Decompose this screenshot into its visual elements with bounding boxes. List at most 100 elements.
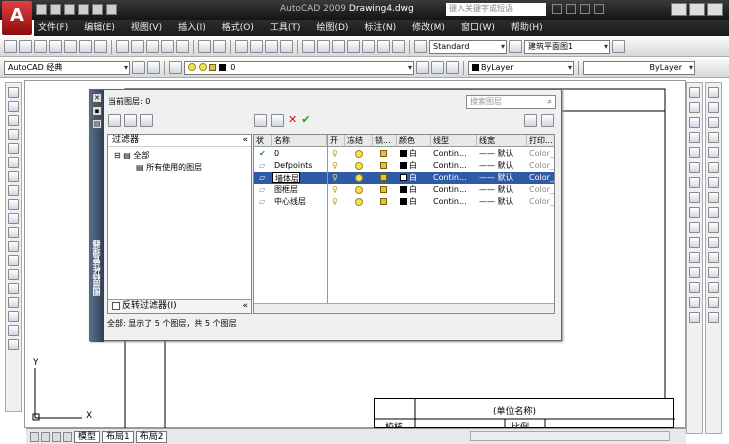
- text-style-select[interactable]: Standard: [429, 39, 507, 54]
- freeze-icon[interactable]: [353, 160, 363, 172]
- point-icon[interactable]: [8, 269, 19, 280]
- sheet-set-icon[interactable]: [347, 40, 360, 53]
- menu-format[interactable]: 格式(O): [222, 20, 254, 36]
- lineweight-cell[interactable]: —— 默认: [477, 196, 514, 208]
- redo-icon[interactable]: [213, 40, 226, 53]
- new-group-filter-icon[interactable]: [124, 114, 137, 127]
- layer-row-3[interactable]: ▱ 图框层 ♀ 白 Contin... —— 默认 Color_: [254, 184, 554, 196]
- mirror-icon[interactable]: [689, 117, 700, 128]
- explode-icon[interactable]: [689, 312, 700, 323]
- menu-insert[interactable]: 插入(I): [178, 20, 206, 36]
- fillet-icon[interactable]: [689, 297, 700, 308]
- color-cell[interactable]: 白: [398, 184, 417, 196]
- plot-icon[interactable]: [78, 4, 89, 15]
- on-off-icon[interactable]: ♀: [330, 184, 338, 196]
- snap-midpoint-icon[interactable]: [708, 102, 719, 113]
- col-linetype[interactable]: 线型: [431, 135, 477, 147]
- delete-layer-icon[interactable]: ✕: [288, 114, 297, 127]
- snap-tangent-icon[interactable]: [708, 162, 719, 173]
- plot-preview-icon[interactable]: [64, 40, 77, 53]
- join-icon[interactable]: [689, 267, 700, 278]
- freeze-icon[interactable]: [353, 148, 363, 160]
- open-icon[interactable]: [50, 4, 61, 15]
- block-editor-icon[interactable]: [176, 40, 189, 53]
- tab-model[interactable]: 模型: [74, 430, 101, 443]
- cut-icon[interactable]: [116, 40, 129, 53]
- color-cell[interactable]: 白: [398, 172, 417, 184]
- layer-states-manager-icon[interactable]: [140, 114, 153, 127]
- color-cell[interactable]: 白: [398, 160, 417, 172]
- layer-row-2[interactable]: ▱ 墙体层 ♀ 白 Contin... —— 默认 Color_: [254, 172, 554, 184]
- layer-select[interactable]: 0: [184, 60, 414, 75]
- on-off-icon[interactable]: ♀: [330, 196, 338, 208]
- settings-icon[interactable]: [541, 114, 554, 127]
- minimize-icon[interactable]: _: [671, 3, 687, 16]
- tab-next-icon[interactable]: [52, 431, 61, 442]
- lineweight-cell[interactable]: —— 默认: [477, 160, 514, 172]
- design-center-icon[interactable]: [317, 40, 330, 53]
- copy-icon[interactable]: [131, 40, 144, 53]
- snap-settings-icon[interactable]: [708, 267, 719, 278]
- freeze-icon[interactable]: [353, 196, 363, 208]
- set-current-icon[interactable]: ✔: [301, 114, 310, 127]
- new-icon[interactable]: [36, 4, 47, 15]
- menu-tools[interactable]: 工具(T): [270, 20, 301, 36]
- layer-previous-icon[interactable]: [431, 61, 444, 74]
- snap-node-icon[interactable]: [708, 222, 719, 233]
- refresh-icon[interactable]: [524, 114, 537, 127]
- tab-prev-icon[interactable]: [41, 431, 50, 442]
- collapse-filter-button[interactable]: «: [242, 300, 248, 313]
- lock-icon[interactable]: [378, 148, 387, 160]
- menu-file[interactable]: 文件(F): [38, 20, 68, 36]
- arc-icon[interactable]: [8, 157, 19, 168]
- pan-icon[interactable]: [235, 40, 248, 53]
- layer-name-edit[interactable]: 墙体层: [272, 172, 300, 183]
- make-current-icon[interactable]: [416, 61, 429, 74]
- layer-row-1[interactable]: ▱ Defpoints ♀ 白 Contin... —— 默认 Color_: [254, 160, 554, 172]
- close-palette-icon[interactable]: ✕: [92, 93, 102, 103]
- layer-row-0[interactable]: ✔ 0 ♀ 白 Contin... —— 默认 Color_: [254, 148, 554, 160]
- gradient-icon[interactable]: [8, 297, 19, 308]
- color-select[interactable]: ByLayer: [468, 60, 574, 75]
- menu-view[interactable]: 视图(V): [131, 20, 162, 36]
- freeze-icon[interactable]: [353, 184, 363, 196]
- layer-search-input[interactable]: 搜索图层 ⌕: [466, 95, 556, 109]
- filter-used-item[interactable]: ▤ 所有使用的图层: [136, 162, 202, 173]
- help-search-input[interactable]: 键入关键字或短语: [446, 3, 546, 16]
- snap-endpoint-icon[interactable]: [708, 87, 719, 98]
- tab-layout2[interactable]: 布局2: [135, 430, 168, 443]
- plot-style-cell[interactable]: Color_: [527, 184, 554, 196]
- copy-object-icon[interactable]: [689, 102, 700, 113]
- revision-cloud-icon[interactable]: [8, 185, 19, 196]
- redo-icon[interactable]: [106, 4, 117, 15]
- on-off-icon[interactable]: ♀: [330, 160, 338, 172]
- circle-icon[interactable]: [8, 171, 19, 182]
- snap-perpendicular-icon[interactable]: [708, 177, 719, 188]
- zoom-previous-icon[interactable]: [280, 40, 293, 53]
- collapse-filter-button[interactable]: «: [242, 135, 248, 146]
- favorites-icon[interactable]: [580, 4, 590, 14]
- close-icon[interactable]: ✕: [707, 3, 723, 16]
- col-lineweight[interactable]: 线宽: [477, 135, 527, 147]
- color-cell[interactable]: 白: [398, 148, 417, 160]
- layer-name[interactable]: 中心线层: [272, 196, 306, 208]
- plot-style-cell[interactable]: Color_: [527, 196, 554, 208]
- col-on[interactable]: 开: [328, 135, 345, 147]
- col-plot-style[interactable]: 打印...: [527, 135, 554, 147]
- match-properties-icon[interactable]: [161, 40, 174, 53]
- layer-row-4[interactable]: ▱ 中心线层 ♀ 白 Contin... —— 默认 Color_: [254, 196, 554, 208]
- snap-from-icon[interactable]: [708, 312, 719, 323]
- snap-extension-icon[interactable]: [708, 282, 719, 293]
- drawing-hscrollbar[interactable]: [470, 431, 670, 441]
- linetype-cell[interactable]: Contin...: [431, 160, 467, 172]
- publish-icon[interactable]: [79, 40, 92, 53]
- linetype-select[interactable]: ByLayer: [583, 60, 695, 75]
- search-icon[interactable]: [552, 4, 562, 14]
- undo-icon[interactable]: [198, 40, 211, 53]
- save-icon[interactable]: [34, 40, 47, 53]
- col-lock[interactable]: 锁...: [373, 135, 397, 147]
- text-style-icon[interactable]: [414, 40, 427, 53]
- paste-icon[interactable]: [146, 40, 159, 53]
- auto-hide-icon[interactable]: ▪: [92, 106, 102, 116]
- array-icon[interactable]: [689, 147, 700, 158]
